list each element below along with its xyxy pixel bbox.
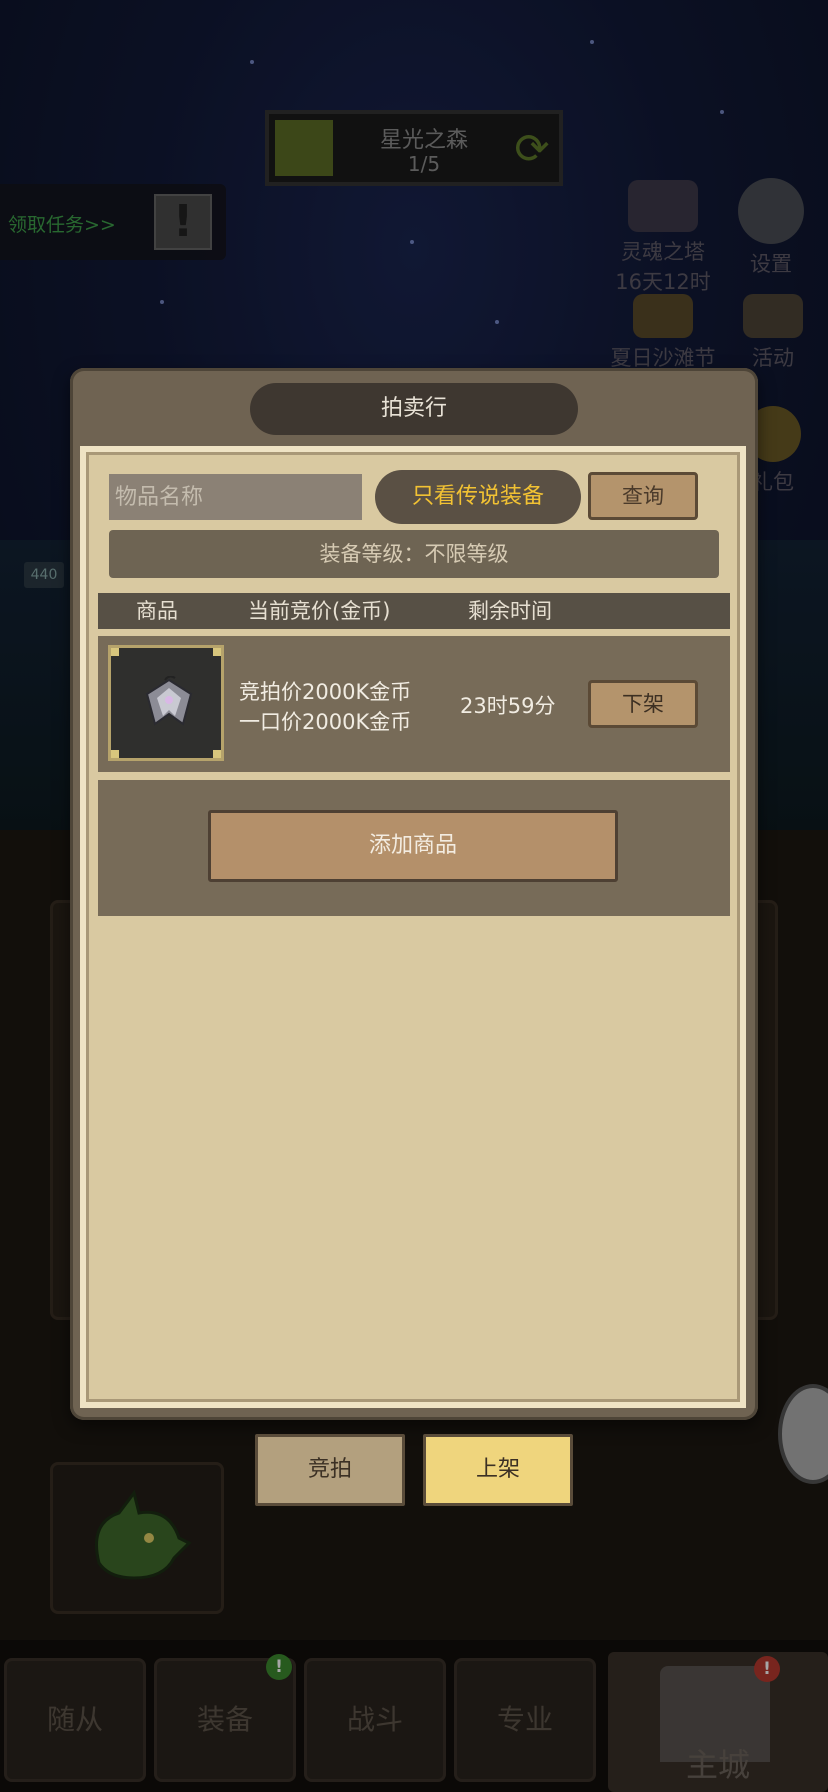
column-item: 商品 xyxy=(136,599,178,623)
slot-corner xyxy=(111,750,119,758)
column-time: 剩余时间 xyxy=(468,599,552,623)
time-remaining: 23时59分 xyxy=(460,694,556,718)
item-slot[interactable] xyxy=(108,645,224,761)
modal-title: 拍卖行 xyxy=(250,383,578,435)
item-name-search-input[interactable] xyxy=(109,474,362,520)
buyout-price: 一口价2000K金币 xyxy=(239,710,412,734)
legendary-only-toggle[interactable]: 只看传说装备 xyxy=(375,470,581,524)
modal-content-panel xyxy=(80,446,746,1408)
add-item-button[interactable]: 添加商品 xyxy=(208,810,618,882)
add-item-row: 添加商品 xyxy=(98,780,730,916)
slot-corner xyxy=(213,750,221,758)
tab-list-item[interactable]: 上架 xyxy=(423,1434,573,1506)
amulet-icon xyxy=(145,676,193,726)
slot-corner xyxy=(111,648,119,656)
query-button[interactable]: 查询 xyxy=(588,472,698,520)
table-header: 商品 当前竞价(金币) 剩余时间 xyxy=(98,593,730,629)
slot-corner xyxy=(213,648,221,656)
equipment-level-filter[interactable]: 装备等级：不限等级 xyxy=(109,530,719,578)
tab-auction[interactable]: 竞拍 xyxy=(255,1434,405,1506)
column-price: 当前竞价(金币) xyxy=(248,599,391,623)
table-row: 竞拍价2000K金币 一口价2000K金币 23时59分 下架 xyxy=(98,636,730,772)
delist-button[interactable]: 下架 xyxy=(588,680,698,728)
bid-price: 竞拍价2000K金币 xyxy=(239,680,412,704)
